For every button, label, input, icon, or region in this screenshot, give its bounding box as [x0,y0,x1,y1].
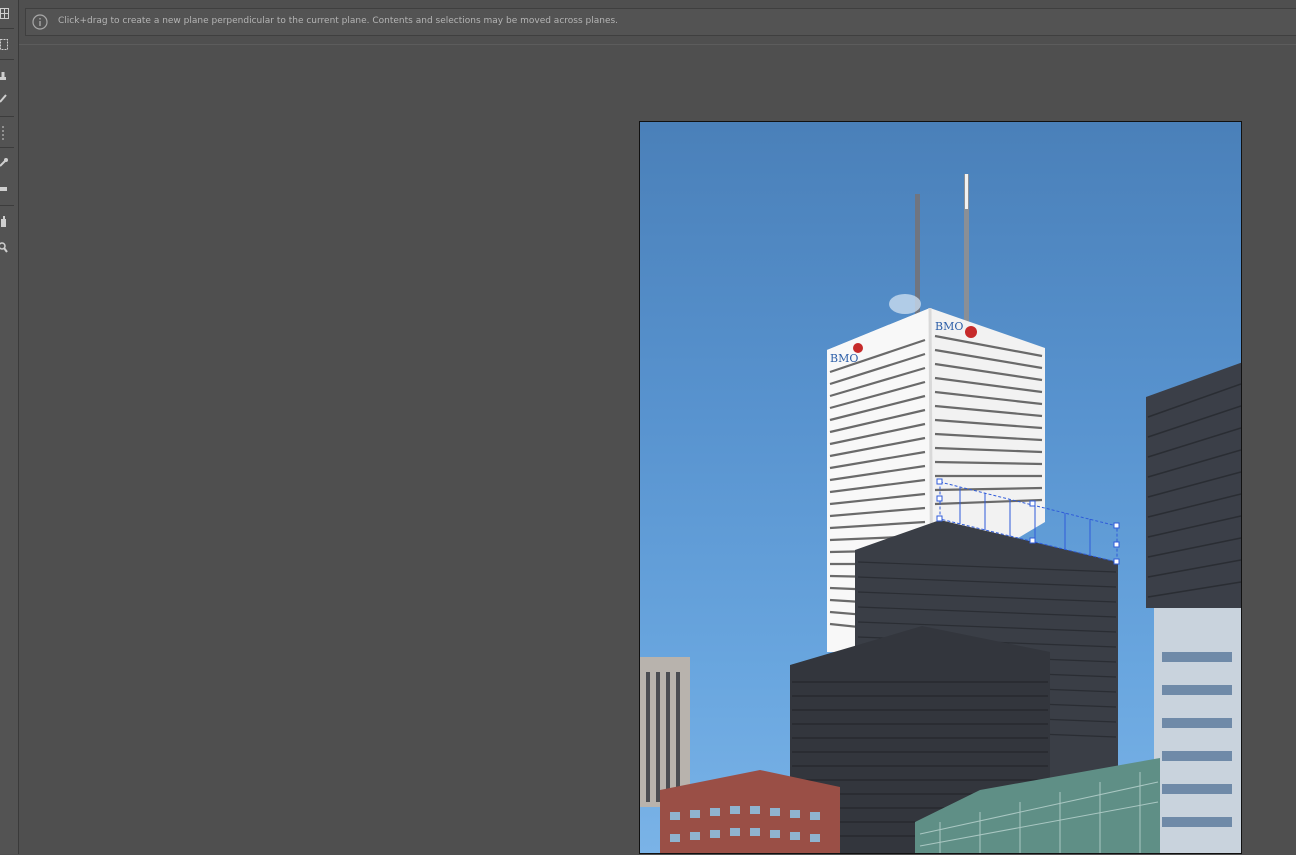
eyedropper-icon[interactable] [0,154,12,170]
tool-strip [0,0,19,854]
hand-icon[interactable] [0,213,12,229]
image-preview[interactable]: BMO BMO [639,121,1242,854]
grid-icon[interactable] [0,6,12,22]
toolbar-divider [0,147,14,148]
stamp-icon[interactable] [0,68,12,84]
toolbar-divider [0,28,14,29]
zoom-icon[interactable] [0,240,12,256]
toolbar-divider [0,205,14,206]
marquee-icon[interactable] [0,37,12,53]
antenna-left [915,194,920,314]
info-icon [32,14,48,30]
info-message: Click+drag to create a new plane perpend… [58,16,619,26]
brush-icon[interactable] [0,90,12,106]
toolbar-divider [0,116,14,117]
toolbar-divider [0,59,14,60]
city-photo: BMO BMO [640,174,1241,853]
measure-icon[interactable] [0,181,12,197]
svg-text:BMO: BMO [830,352,858,365]
svg-text:BMO: BMO [935,320,963,333]
transform-icon[interactable] [0,125,12,141]
info-bar: Click+drag to create a new plane perpend… [25,8,1296,36]
